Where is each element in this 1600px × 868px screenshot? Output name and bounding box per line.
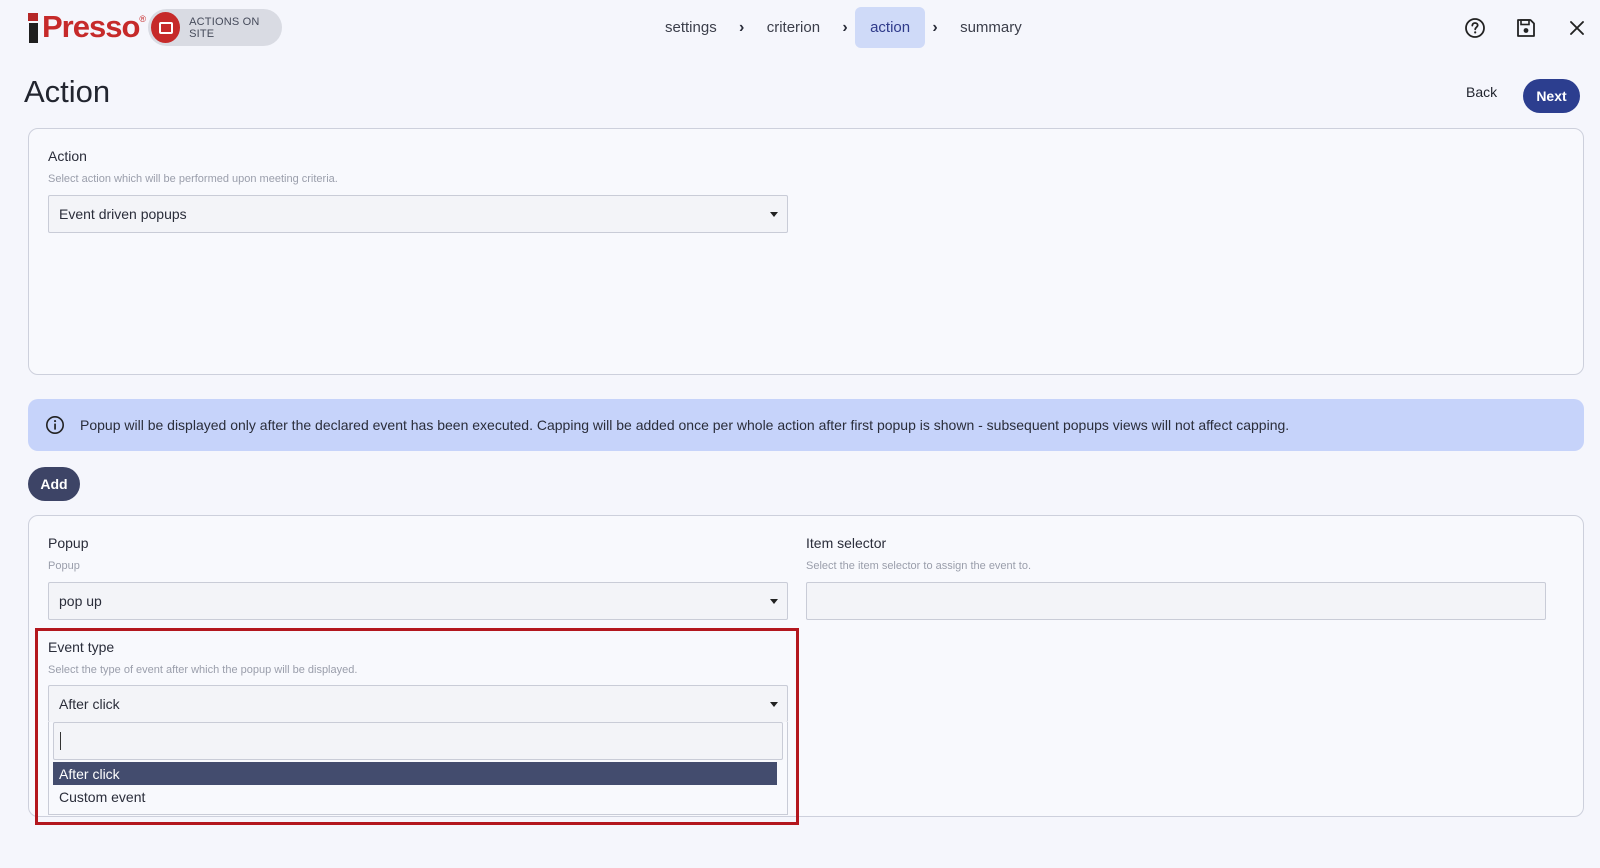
item-selector-input[interactable] [806, 582, 1546, 620]
logo-text: Presso [42, 9, 140, 44]
page-title: Action [24, 74, 111, 109]
popup-select[interactable]: pop up [48, 582, 788, 620]
module-badge[interactable]: ACTIONS ON SITE [148, 9, 282, 46]
highlight-annotation [35, 628, 799, 825]
ipresso-logo[interactable]: Presso ® [28, 8, 146, 46]
help-icon[interactable] [1464, 17, 1486, 39]
module-label: ACTIONS ON SITE [189, 15, 260, 40]
item-selector-help: Select the item selector to assign the e… [806, 560, 1032, 572]
chevron-right-icon: › [932, 18, 938, 36]
step-summary[interactable]: summary [945, 7, 1037, 48]
info-icon [46, 416, 64, 434]
popup-field-help: Popup [48, 560, 80, 572]
save-icon[interactable] [1515, 17, 1537, 39]
action-field-help: Select action which will be performed up… [48, 173, 338, 185]
wizard-steps: settings › criterion › action › summary [650, 7, 1037, 48]
chevron-right-icon: › [739, 18, 745, 36]
action-card [28, 128, 1584, 375]
action-field-label: Action [48, 148, 87, 164]
add-button[interactable]: Add [28, 467, 80, 501]
back-button[interactable]: Back [1466, 84, 1497, 100]
chevron-right-icon: › [842, 18, 848, 36]
action-select[interactable]: Event driven popups [48, 195, 788, 233]
next-button[interactable]: Next [1523, 79, 1580, 113]
top-bar: Presso ® ACTIONS ON SITE settings › crit… [0, 0, 1600, 56]
step-criterion[interactable]: criterion [752, 7, 835, 48]
popup-select-value: pop up [59, 593, 102, 609]
info-text: Popup will be displayed only after the d… [80, 417, 1290, 433]
info-banner: Popup will be displayed only after the d… [28, 399, 1584, 451]
logo-mark [28, 11, 40, 43]
caret-down-icon [770, 212, 778, 217]
caret-down-icon [770, 599, 778, 604]
close-icon[interactable] [1566, 17, 1588, 39]
popup-field-label: Popup [48, 535, 89, 551]
step-action[interactable]: action [855, 7, 926, 48]
action-select-value: Event driven popups [59, 206, 187, 222]
actions-on-site-icon [151, 12, 181, 43]
item-selector-label: Item selector [806, 535, 887, 551]
step-settings[interactable]: settings [650, 7, 732, 48]
